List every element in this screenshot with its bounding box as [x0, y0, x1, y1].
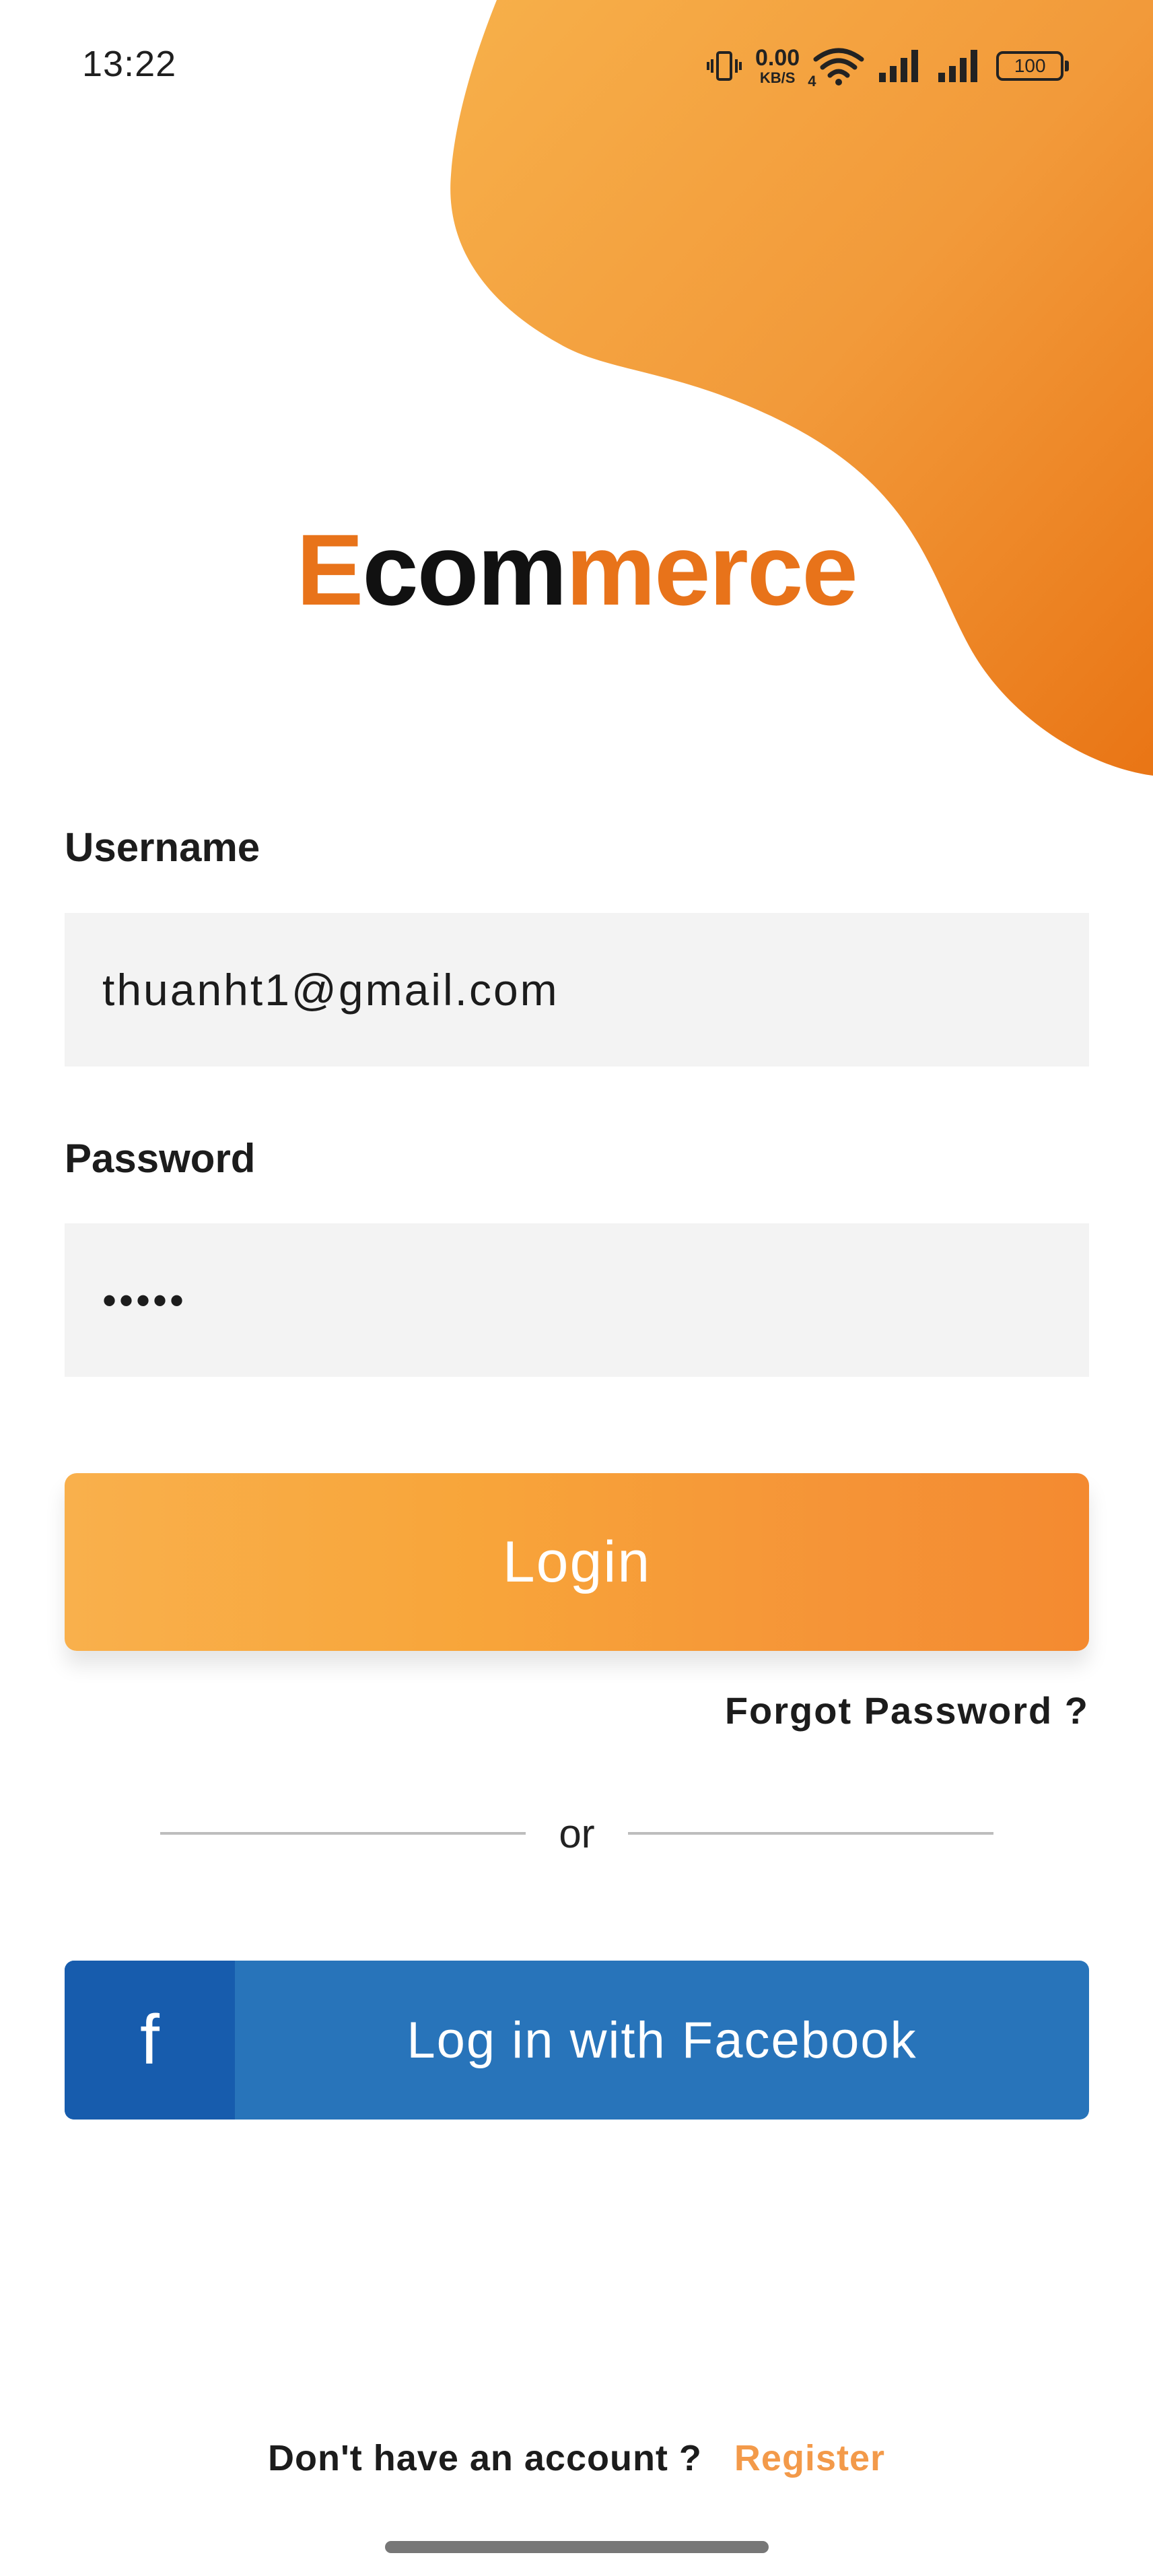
divider-line-right: [628, 1832, 993, 1835]
logo-part-1: E: [296, 513, 363, 626]
password-field-box: [65, 1223, 1089, 1377]
or-divider: or: [160, 1811, 993, 1856]
status-bar: 13:22 0.00 KB/S 4 100: [0, 0, 1153, 135]
facebook-login-button[interactable]: f Log in with Facebook: [65, 1961, 1089, 2120]
facebook-icon: f: [65, 1961, 235, 2120]
password-label: Password: [65, 1136, 256, 1181]
username-field-box: [65, 913, 1089, 1066]
divider-line-left: [160, 1832, 526, 1835]
username-label: Username: [65, 825, 260, 870]
facebook-login-label: Log in with Facebook: [407, 2011, 917, 2069]
app-logo: Ecommerce: [0, 512, 1153, 628]
net-speed: 0.00 KB/S: [755, 46, 800, 86]
divider-text: or: [559, 1810, 595, 1856]
forgot-password-link[interactable]: Forgot Password ?: [725, 1689, 1089, 1732]
battery-icon: 100: [996, 51, 1070, 81]
vibrate-icon: [707, 51, 742, 81]
wifi-icon-wrap: 4: [808, 46, 866, 90]
logo-part-3: merce: [565, 513, 858, 626]
login-button[interactable]: Login: [65, 1473, 1089, 1651]
username-field[interactable]: [102, 913, 1058, 1066]
wifi-icon: [813, 48, 864, 86]
net-speed-value: 0.00: [755, 45, 800, 71]
register-prompt: Don't have an account ? Register: [0, 2437, 1153, 2479]
logo-part-2: com: [362, 513, 567, 626]
net-speed-unit: KB/S: [759, 69, 796, 86]
register-link[interactable]: Register: [734, 2437, 885, 2479]
status-time: 13:22: [82, 44, 177, 84]
home-indicator[interactable]: [385, 2541, 769, 2553]
status-icons: 0.00 KB/S 4 100: [705, 42, 1070, 90]
password-field[interactable]: [102, 1223, 1058, 1377]
no-account-text: Don't have an account ?: [267, 2438, 702, 2478]
network-type: 4: [808, 73, 816, 90]
signal-icon: [879, 50, 919, 82]
signal-icon: [938, 50, 978, 82]
